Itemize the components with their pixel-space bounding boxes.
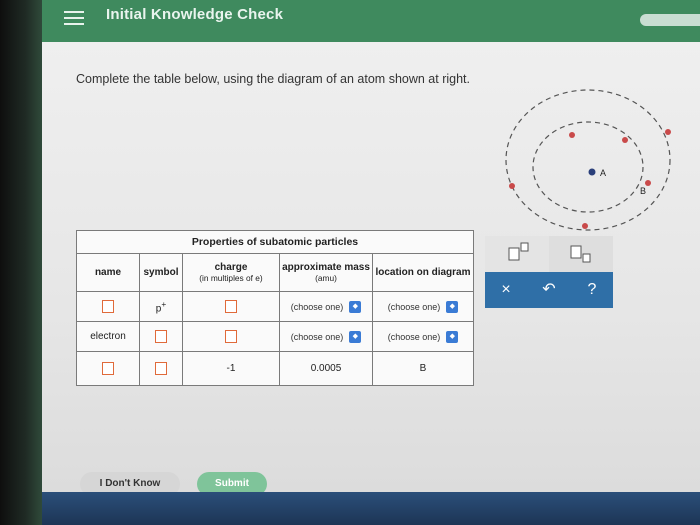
dropdown-arrow-icon: ◆ xyxy=(446,330,459,343)
location-cell: B xyxy=(372,351,474,386)
name-input[interactable] xyxy=(102,362,114,375)
subscript-icon xyxy=(570,245,591,263)
label-a: A xyxy=(600,168,606,178)
electron-dot xyxy=(509,183,515,189)
progress-pill xyxy=(640,14,700,26)
tool-actions: × ↶ ? xyxy=(485,272,613,308)
name-input[interactable] xyxy=(102,300,114,313)
properties-table: Properties of subatomic particles name s… xyxy=(76,230,474,386)
electron-dot xyxy=(582,223,588,229)
charge-cell xyxy=(182,291,280,322)
electron-dot xyxy=(622,137,628,143)
charge-input[interactable] xyxy=(225,330,237,343)
question-panel: Complete the table below, using the diag… xyxy=(42,42,700,496)
symbol-input[interactable] xyxy=(155,330,167,343)
location-select[interactable]: (choose one) ◆ xyxy=(388,300,459,313)
page-title: Initial Knowledge Check xyxy=(106,6,284,23)
col-header-charge: charge (in multiples of e) xyxy=(182,253,280,292)
superscript-icon xyxy=(508,242,529,261)
symbol-cell xyxy=(139,351,183,386)
charge-cell: -1 xyxy=(182,351,280,386)
background-edge xyxy=(0,0,42,525)
name-cell xyxy=(76,351,140,386)
app-header: Initial Knowledge Check xyxy=(42,0,700,42)
outer-orbit xyxy=(505,89,671,231)
electron-dot xyxy=(569,132,575,138)
location-cell: (choose one) ◆ xyxy=(372,321,474,352)
dropdown-arrow-icon: ◆ xyxy=(446,300,459,313)
nucleus-dot xyxy=(588,168,596,176)
mass-select[interactable]: (choose one) ◆ xyxy=(291,330,362,343)
math-tools-panel: × ↶ ? xyxy=(485,236,613,308)
help-button[interactable]: ? xyxy=(571,272,613,308)
location-select[interactable]: (choose one) ◆ xyxy=(388,330,459,343)
subscript-tool[interactable] xyxy=(549,236,613,272)
table-caption: Properties of subatomic particles xyxy=(76,230,474,254)
mass-cell: (choose one) ◆ xyxy=(279,321,373,352)
label-b: B xyxy=(640,186,646,196)
location-cell: (choose one) ◆ xyxy=(372,291,474,322)
col-header-mass: approximate mass (amu) xyxy=(279,253,373,292)
footer-bar xyxy=(42,492,700,525)
clear-button[interactable]: × xyxy=(485,272,527,308)
col-header-name: name xyxy=(76,253,140,292)
charge-input[interactable] xyxy=(225,300,237,313)
table-row: p+ (choose one) ◆ (choose one) ◆ xyxy=(76,291,474,322)
hamburger-menu-icon[interactable] xyxy=(64,11,84,27)
atom-diagram: A B xyxy=(505,89,671,231)
symbol-cell: p+ xyxy=(139,291,183,322)
electron-dot xyxy=(665,129,671,135)
name-cell: electron xyxy=(76,321,140,352)
dropdown-arrow-icon: ◆ xyxy=(349,300,362,313)
table-row: -1 0.0005 B xyxy=(76,351,474,386)
name-cell xyxy=(76,291,140,322)
inner-orbit xyxy=(532,121,644,213)
table-row: electron (choose one) ◆ (choose one) ◆ xyxy=(76,321,474,352)
symbol-cell xyxy=(139,321,183,352)
col-header-symbol: symbol xyxy=(139,253,183,292)
col-header-location: location on diagram xyxy=(372,253,474,292)
charge-cell xyxy=(182,321,280,352)
mass-cell: (choose one) ◆ xyxy=(279,291,373,322)
mass-select[interactable]: (choose one) ◆ xyxy=(291,300,362,313)
symbol-input[interactable] xyxy=(155,362,167,375)
superscript-tool[interactable] xyxy=(485,236,549,272)
undo-button[interactable]: ↶ xyxy=(528,272,570,308)
mass-cell: 0.0005 xyxy=(279,351,373,386)
instructions-text: Complete the table below, using the diag… xyxy=(76,72,470,86)
dropdown-arrow-icon: ◆ xyxy=(349,330,362,343)
